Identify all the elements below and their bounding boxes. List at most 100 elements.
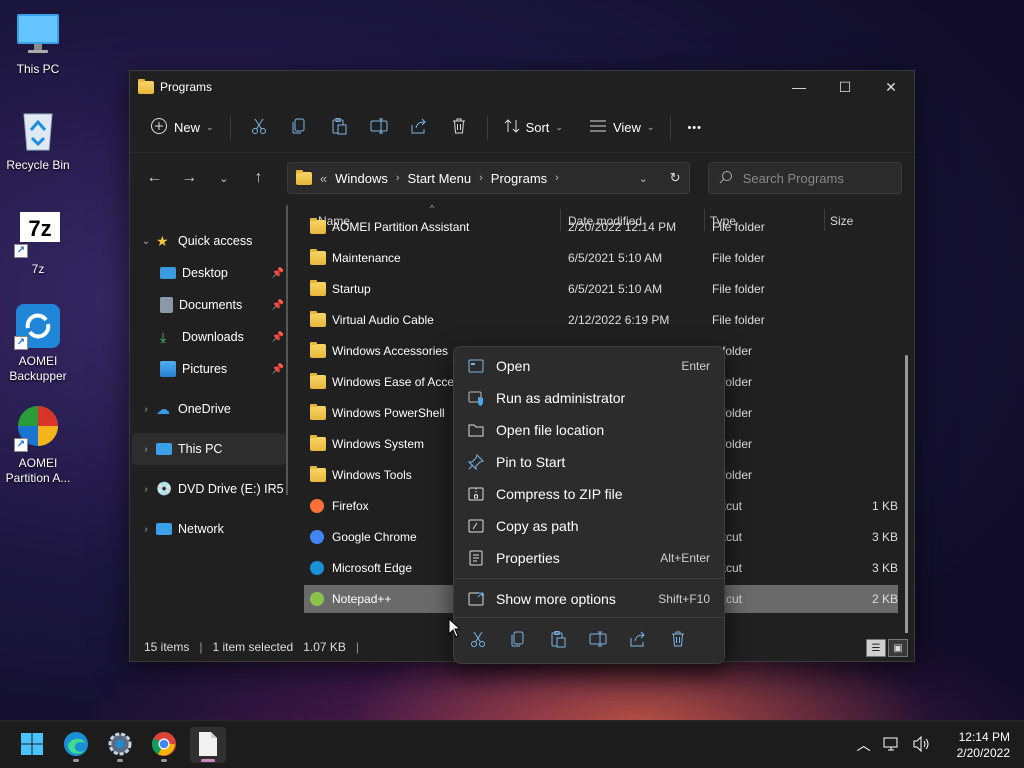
- network-icon[interactable]: [883, 736, 901, 755]
- paste-button[interactable]: [319, 112, 359, 144]
- folder-icon: [310, 342, 326, 358]
- view-button[interactable]: View ⌄: [581, 112, 663, 144]
- breadcrumb-overflow[interactable]: «: [320, 171, 327, 186]
- context-copy-button[interactable]: [506, 629, 530, 653]
- desktop-icon-7z[interactable]: 7z ↗ 7z: [0, 210, 76, 277]
- nav-onedrive[interactable]: › ☁ OneDrive: [130, 393, 288, 425]
- breadcrumb-programs[interactable]: Programs: [491, 171, 547, 186]
- desktop-icon-aomei-backupper[interactable]: ↗ AOMEI Backupper: [0, 302, 76, 384]
- more-button[interactable]: •••: [679, 112, 710, 144]
- menu-item-run-as-administrator[interactable]: Run as administrator: [454, 382, 724, 414]
- start-button[interactable]: [14, 727, 50, 763]
- pin-icon[interactable]: 📌: [272, 332, 284, 343]
- chevron-right-icon[interactable]: ›: [479, 172, 483, 184]
- taskbar-chrome[interactable]: [146, 727, 182, 763]
- chevron-down-icon[interactable]: ⌄: [136, 236, 156, 247]
- address-bar[interactable]: « Windows › Start Menu › Programs › ⌄ ↻: [286, 162, 690, 194]
- context-rename-button[interactable]: [586, 629, 610, 653]
- nav-downloads[interactable]: ⤓ Downloads 📌: [130, 321, 288, 353]
- nav-dvd-drive[interactable]: › 💿 DVD Drive (E:) IR5_C: [130, 473, 288, 505]
- file-row[interactable]: Virtual Audio Cable 2/12/2022 6:19 PM File…: [304, 306, 898, 334]
- rename-button[interactable]: [359, 112, 399, 144]
- tiles-view-button[interactable]: ▣: [888, 639, 908, 657]
- folder-icon: [310, 466, 326, 482]
- chevron-right-icon[interactable]: ›: [136, 524, 156, 535]
- taskbar-settings[interactable]: [102, 727, 138, 763]
- maximize-button[interactable]: ☐: [822, 71, 868, 103]
- breadcrumb-windows[interactable]: Windows: [335, 171, 388, 186]
- breadcrumb-start-menu[interactable]: Start Menu: [408, 171, 472, 186]
- pin-icon[interactable]: 📌: [272, 300, 284, 311]
- desktop-icon-aomei-partition[interactable]: ↗ AOMEI Partition A...: [0, 404, 76, 486]
- pictures-icon: [160, 361, 176, 377]
- up-button[interactable]: ↑: [244, 163, 273, 193]
- menu-item-open-file-location[interactable]: Open file location: [454, 414, 724, 446]
- menu-item-properties[interactable]: Properties Alt+Enter: [454, 542, 724, 574]
- chevron-up-icon[interactable]: ︿: [857, 735, 871, 755]
- menu-item-label: Compress to ZIP file: [496, 486, 623, 502]
- new-button[interactable]: New ⌄: [142, 112, 222, 144]
- nav-quick-access[interactable]: ⌄ ★ Quick access: [130, 225, 288, 257]
- nav-network[interactable]: › Network: [130, 513, 288, 545]
- address-dropdown-button[interactable]: ⌄: [639, 172, 648, 185]
- volume-icon[interactable]: [913, 735, 931, 755]
- chevron-right-icon[interactable]: ›: [396, 172, 400, 184]
- sort-label: Sort: [525, 120, 550, 135]
- context-delete-button[interactable]: [666, 629, 690, 653]
- delete-button[interactable]: [439, 112, 479, 144]
- navigation-pane: ⌄ ★ Quick access Desktop 📌 Documents 📌 ⤓…: [130, 205, 288, 633]
- menu-item-compress-to-zip-file[interactable]: Compress to ZIP file: [454, 478, 724, 510]
- file-row[interactable]: AOMEI Partition Assistant 2/20/2022 12:14…: [304, 213, 898, 241]
- pin-icon[interactable]: 📌: [272, 268, 284, 279]
- menu-item-show-more-options[interactable]: Show more options Shift+F10: [454, 583, 724, 615]
- nav-documents[interactable]: Documents 📌: [130, 289, 288, 321]
- share-button[interactable]: [399, 112, 439, 144]
- folder-icon: [310, 280, 326, 296]
- chevron-right-icon[interactable]: ›: [136, 484, 156, 495]
- context-share-button[interactable]: [626, 629, 650, 653]
- close-button[interactable]: ✕: [868, 71, 914, 103]
- file-row[interactable]: Startup 6/5/2021 5:10 AM File folder: [304, 275, 898, 303]
- cut-button[interactable]: [239, 112, 279, 144]
- forward-button[interactable]: →: [175, 163, 204, 193]
- recent-locations-button[interactable]: ⌄: [209, 163, 238, 193]
- taskbar-file-explorer[interactable]: [190, 727, 226, 763]
- nav-label: Downloads: [182, 330, 244, 344]
- context-cut-button[interactable]: [466, 629, 490, 653]
- window-title: Programs: [160, 80, 213, 94]
- menu-item-copy-as-path[interactable]: Copy as path: [454, 510, 724, 542]
- chevron-right-icon[interactable]: ›: [136, 404, 156, 415]
- file-name: Startup: [332, 282, 371, 296]
- menu-item-open[interactable]: Open Enter: [454, 350, 724, 382]
- file-type: File folder: [712, 251, 765, 265]
- search-box[interactable]: Search Programs: [707, 162, 903, 194]
- chevron-right-icon[interactable]: ›: [555, 172, 559, 184]
- refresh-icon[interactable]: ↻: [670, 170, 681, 186]
- menu-item-pin-to-start[interactable]: Pin to Start: [454, 446, 724, 478]
- title-bar[interactable]: Programs — ☐ ✕: [130, 71, 914, 103]
- copy-button[interactable]: [279, 112, 319, 144]
- file-row[interactable]: Maintenance 6/5/2021 5:10 AM File folder: [304, 244, 898, 272]
- chevron-right-icon[interactable]: ›: [136, 444, 156, 455]
- nav-desktop[interactable]: Desktop 📌: [130, 257, 288, 289]
- clock[interactable]: 12:14 PM 2/20/2022: [957, 729, 1010, 761]
- arrow-up-icon: ↑: [254, 169, 263, 186]
- back-button[interactable]: ←: [140, 163, 169, 193]
- desktop-icon-recycle-bin[interactable]: Recycle Bin: [0, 106, 76, 173]
- edge-icon: [63, 731, 89, 760]
- nav-pictures[interactable]: Pictures 📌: [130, 353, 288, 385]
- desktop-icon-this-pc[interactable]: This PC: [0, 10, 76, 77]
- sort-button[interactable]: Sort ⌄: [496, 112, 571, 144]
- context-paste-button[interactable]: [546, 629, 570, 653]
- pin-icon[interactable]: 📌: [272, 364, 284, 375]
- minimize-button[interactable]: —: [776, 71, 822, 103]
- sort-ascending-icon: ^: [430, 205, 435, 213]
- nav-this-pc[interactable]: › This PC: [132, 433, 286, 465]
- gear-icon: [107, 731, 133, 760]
- details-view-button[interactable]: ☰: [866, 639, 886, 657]
- file-size: 1 KB: [871, 499, 898, 513]
- desktop-icon-label: This PC: [16, 62, 60, 76]
- vertical-scrollbar[interactable]: [905, 355, 908, 633]
- file-size: 2 KB: [871, 592, 898, 606]
- taskbar-edge[interactable]: [58, 727, 94, 763]
